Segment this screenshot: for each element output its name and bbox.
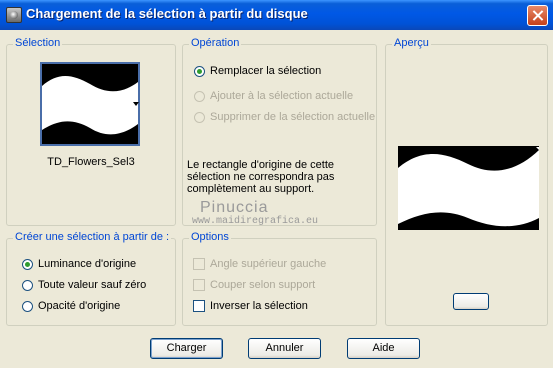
preview-zoom-button[interactable] [453,293,489,310]
dropdown-arrow-icon[interactable] [133,102,139,106]
radio-source-nonzero[interactable]: Toute valeur sauf zéro [22,279,146,291]
title-bar[interactable]: Chargement de la sélection à partir du d… [0,0,553,30]
create-from-group-legend: Créer une sélection à partir de : [13,231,172,243]
checkbox-crop-to-canvas[interactable]: Couper selon support [193,279,315,291]
radio-button[interactable] [194,111,205,123]
preview-image [398,146,539,230]
radio-add-selection[interactable]: Ajouter à la sélection actuelle [194,90,353,102]
window-title: Chargement de la sélection à partir du d… [26,6,308,21]
app-icon [6,7,22,23]
checkbox-label: Angle supérieur gauche [210,258,327,270]
radio-source-opacity[interactable]: Opacité d'origine [22,300,120,312]
selection-group-legend: Sélection [13,37,63,49]
radio-label: Supprimer de la sélection actuelle [210,111,376,123]
cancel-button[interactable]: Annuler [248,338,321,359]
load-button[interactable]: Charger [150,338,223,359]
operation-note: Le rectangle d'origine de cette sélectio… [187,159,335,195]
radio-label: Remplacer la sélection [210,65,322,77]
checkbox[interactable] [193,279,205,291]
checkbox-label: Couper selon support [210,279,316,291]
checkbox[interactable] [193,300,205,312]
radio-label: Ajouter à la sélection actuelle [210,90,354,102]
watermark-url: www.maidiregrafica.eu [192,216,319,227]
radio-source-luminance[interactable]: Luminance d'origine [22,258,136,270]
radio-button[interactable] [22,258,33,270]
radio-button[interactable] [194,90,205,102]
radio-subtract-selection[interactable]: Supprimer de la sélection actuelle [194,111,375,123]
radio-label: Luminance d'origine [38,258,137,270]
radio-button[interactable] [22,279,33,291]
radio-button[interactable] [194,65,205,77]
help-button[interactable]: Aide [347,338,420,359]
options-group-legend: Options [189,231,231,243]
watermark-name: Pinuccia [200,199,269,216]
selection-thumbnail[interactable] [40,62,140,146]
close-button[interactable] [527,5,548,26]
selection-thumbnail-image [42,64,138,144]
selection-preview [398,146,539,230]
dialog-window: Chargement de la sélection à partir du d… [0,0,553,368]
radio-button[interactable] [22,300,33,312]
selection-file-name: TD_Flowers_Sel3 [47,156,135,168]
checkbox-label: Inverser la sélection [210,300,308,312]
operation-group-legend: Opération [189,37,242,49]
radio-label: Opacité d'origine [38,300,121,312]
radio-label: Toute valeur sauf zéro [38,279,147,291]
checkbox[interactable] [193,258,205,270]
preview-group-legend: Aperçu [392,37,431,49]
radio-replace-selection[interactable]: Remplacer la sélection [194,65,321,77]
checkbox-top-left-corner[interactable]: Angle supérieur gauche [193,258,326,270]
checkbox-invert-selection[interactable]: Inverser la sélection [193,300,308,312]
